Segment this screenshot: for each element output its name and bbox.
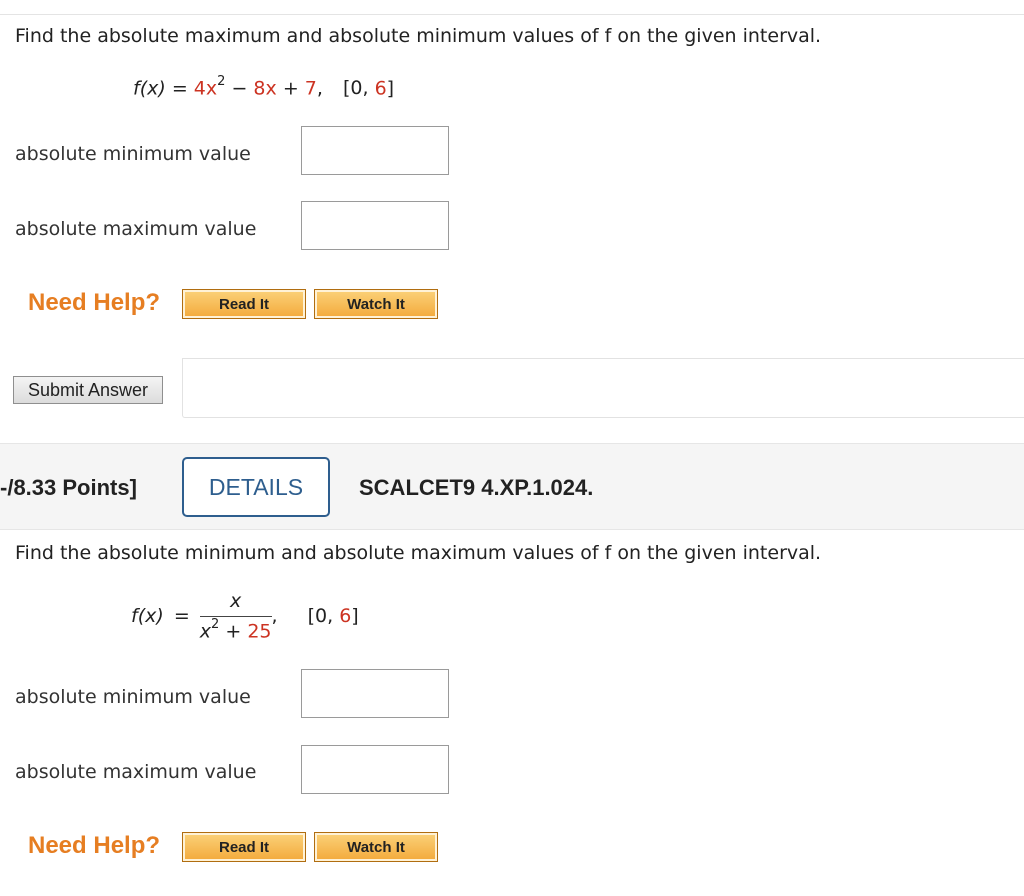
q1-max-input[interactable] (301, 201, 449, 250)
q2-den-const: 25 (247, 620, 272, 643)
q2-points: -/8.33 Points] (0, 475, 137, 500)
q2-function-lhs: f(x) (131, 605, 164, 628)
q1-min-label: absolute minimum value (15, 143, 251, 165)
q1-need-help: Need Help? (28, 289, 161, 316)
q2-prompt: Find the absolute minimum and absolute m… (15, 542, 821, 564)
q1-minus: − (231, 77, 248, 100)
q1-max-label: absolute maximum value (15, 218, 257, 240)
q2-interval-end: 6 (339, 605, 352, 628)
q2-max-label: absolute maximum value (15, 761, 257, 783)
q1-watch-it-button[interactable]: Watch It (314, 289, 438, 319)
q1-read-it-button[interactable]: Read It (182, 289, 306, 319)
q2-numerator: x (230, 590, 242, 612)
q2-fraction: x x2 + 25 (199, 590, 272, 642)
q2-equals: = (173, 605, 190, 628)
q2-watch-it-button[interactable]: Watch It (314, 832, 438, 862)
q1-function: f(x) = 4x2 − 8x + 7, [0, 6] (133, 74, 395, 100)
q1-function-lhs: f(x) (133, 77, 166, 100)
q1-term1: 4x (193, 77, 218, 100)
q1-interval-end: 6 (374, 77, 387, 100)
q2-min-label: absolute minimum value (15, 686, 251, 708)
q1-comma: , (316, 77, 323, 100)
q2-need-help: Need Help? (28, 832, 161, 859)
q2-interval-close: ] (351, 605, 359, 628)
q1-plus: + (282, 77, 299, 100)
q1-submit-frame (182, 358, 1024, 418)
q2-function: f(x) = x x2 + 25 , [0, 6] (131, 590, 359, 642)
q2-den-exp: 2 (211, 617, 220, 632)
q2-prompt-text: Find the absolute minimum and absolute m… (15, 542, 822, 564)
top-divider (0, 14, 1024, 15)
q2-question-code: SCALCET9 4.XP.1.024. (359, 475, 594, 500)
q2-max-input[interactable] (301, 745, 449, 794)
q2-den-var: x (199, 620, 212, 643)
q2-read-it-button[interactable]: Read It (182, 832, 306, 862)
q2-denominator: x2 + 25 (200, 617, 272, 642)
q1-submit-button[interactable]: Submit Answer (13, 376, 163, 404)
q1-prompt-text: Find the absolute maximum and absolute m… (15, 25, 822, 47)
q1-equals: = (171, 77, 188, 100)
q1-interval-open: [0, (342, 77, 375, 100)
q2-interval-open: [0, (307, 605, 340, 628)
q1-term2: 8x (253, 77, 277, 100)
q2-min-input[interactable] (301, 669, 449, 718)
q2-details-button[interactable]: DETAILS (182, 457, 330, 517)
q1-interval-close: ] (386, 77, 395, 100)
q1-exponent: 2 (217, 74, 226, 89)
q1-min-input[interactable] (301, 126, 449, 175)
q2-den-plus: + (225, 620, 242, 643)
q1-term3: 7 (304, 77, 317, 100)
q1-prompt: Find the absolute maximum and absolute m… (15, 25, 821, 47)
q2-comma: , (271, 605, 278, 628)
